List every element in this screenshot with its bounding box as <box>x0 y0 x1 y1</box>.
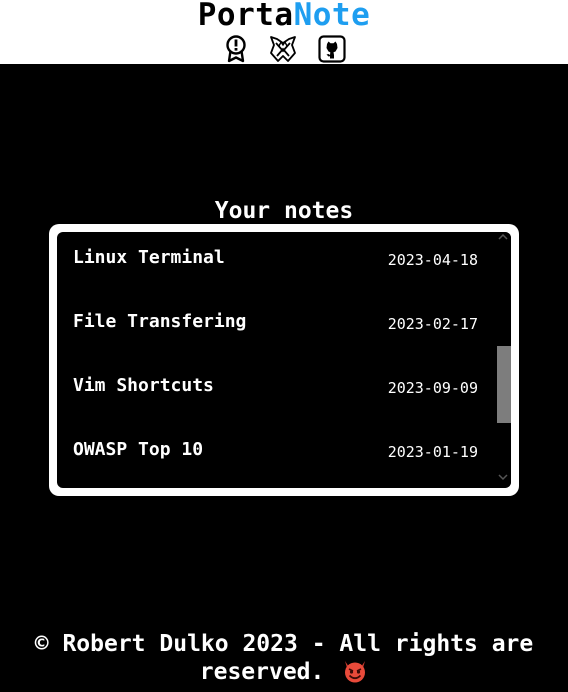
header-icon-bar <box>0 34 568 64</box>
footer: © Robert Dulko 2023 - All rights are res… <box>0 630 568 686</box>
note-date: 2023-02-17 <box>387 315 478 333</box>
note-date: 2023-09-09 <box>387 379 478 397</box>
logo-part-note: Note <box>293 0 371 33</box>
app-logo[interactable]: PortaNote <box>0 0 568 33</box>
notes-heading: Your notes <box>214 198 354 224</box>
note-row[interactable]: File Transfering 2023-02-17 <box>57 296 495 360</box>
scrollbar-thumb[interactable] <box>497 346 511 423</box>
notes-list: Linux Terminal 2023-04-18 File Transferi… <box>57 232 495 488</box>
scroll-down-arrow-icon[interactable] <box>495 473 511 487</box>
note-title: Linux Terminal <box>73 247 225 268</box>
copyright-text: © Robert Dulko 2023 - All rights are res… <box>34 631 534 685</box>
note-date: 2023-04-18 <box>387 251 478 269</box>
scrollbar-track[interactable] <box>497 248 511 472</box>
note-row[interactable]: Vim Shortcuts 2023-09-09 <box>57 360 495 424</box>
note-row[interactable]: OWASP Top 10 2023-01-19 <box>57 424 495 488</box>
note-title: OWASP Top 10 <box>73 439 204 460</box>
note-title: Vim Shortcuts <box>73 375 214 396</box>
note-title: File Transfering <box>73 311 247 332</box>
award-icon[interactable] <box>221 34 251 64</box>
header: PortaNote <box>0 0 568 64</box>
notes-panel: Linux Terminal 2023-04-18 File Transferi… <box>49 224 519 496</box>
scroll-up-arrow-icon[interactable] <box>495 233 511 247</box>
smiling-devil-emoji-icon <box>342 659 368 683</box>
note-row[interactable]: Linux Terminal 2023-04-18 <box>57 232 495 296</box>
note-date: 2023-01-19 <box>387 443 478 461</box>
logo-part-porta: Porta <box>197 0 294 33</box>
league-of-legends-icon[interactable] <box>268 34 298 64</box>
github-icon[interactable] <box>317 34 347 64</box>
notes-scrollbar[interactable] <box>495 232 511 488</box>
notes-list-container: Linux Terminal 2023-04-18 File Transferi… <box>57 232 511 488</box>
